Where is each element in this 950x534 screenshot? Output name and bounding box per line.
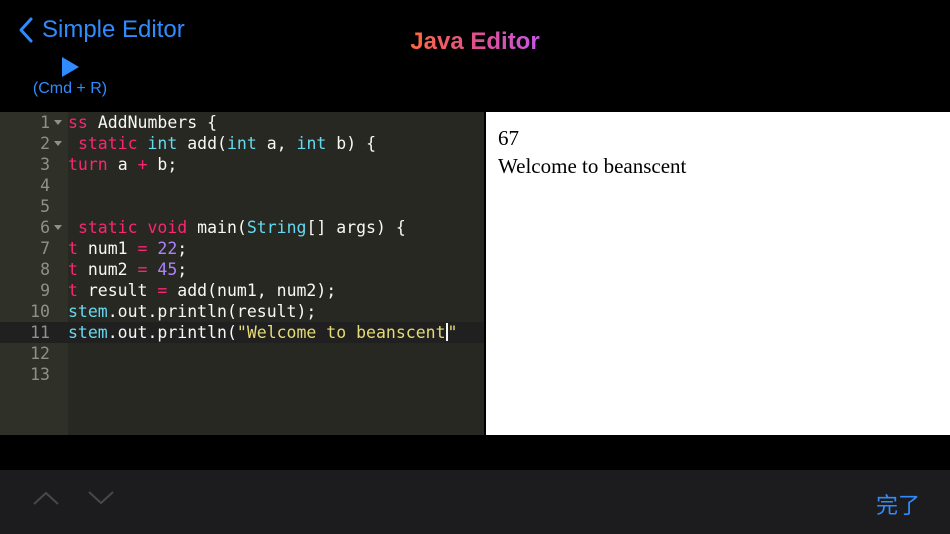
code-token: b) {: [336, 134, 377, 153]
code-token: t: [68, 239, 78, 258]
code-token: =: [137, 260, 148, 279]
line-number: 9: [40, 281, 50, 300]
code-token: stem: [68, 302, 108, 321]
code-token: t: [68, 260, 78, 279]
code-editor[interactable]: 1 ss AddNumbers { 2 static int add(int a…: [0, 112, 484, 435]
code-token: ss: [68, 113, 98, 132]
code-token: 22: [157, 239, 178, 258]
code-token: turn: [68, 155, 108, 174]
code-line-8[interactable]: 8 t num2 = 45;: [0, 259, 484, 280]
code-line-5[interactable]: 5: [0, 196, 484, 217]
output-line: 67: [498, 126, 519, 150]
code-line-9[interactable]: 9 t result = add(num1, num2);: [0, 280, 484, 301]
code-line-2[interactable]: 2 static int add(int a, int b) {: [0, 133, 484, 154]
code-line-6[interactable]: 6 static void main(String[] args) {: [0, 217, 484, 238]
output-line: Welcome to beanscent: [498, 154, 687, 178]
line-number: 7: [40, 239, 50, 258]
play-icon: [62, 57, 79, 77]
code-token: t: [68, 281, 78, 300]
code-token: num1: [77, 239, 138, 258]
code-token: [] args) {: [306, 218, 406, 237]
done-button[interactable]: 完了: [876, 488, 920, 520]
line-number: 12: [30, 344, 50, 363]
code-line-12[interactable]: 12: [0, 343, 484, 364]
code-token: "Welcome to beanscent: [236, 323, 446, 342]
code-token: .out.println(result);: [107, 302, 317, 321]
code-line-10[interactable]: 10 stem.out.println(result);: [0, 301, 484, 322]
line-number: 1: [40, 113, 50, 132]
code-token: add(num1, num2);: [167, 281, 337, 300]
top-navigation-bar: Simple Editor Java Editor (Cmd + R): [0, 0, 950, 112]
code-token: result: [77, 281, 158, 300]
code-line-3[interactable]: 3 turn a + b;: [0, 154, 484, 175]
fold-arrow-icon[interactable]: [54, 141, 62, 146]
code-token: +: [137, 155, 148, 174]
code-token: main(: [197, 218, 247, 237]
line-number: 10: [30, 302, 50, 321]
code-token: ;: [177, 239, 188, 258]
code-token: b;: [147, 155, 178, 174]
code-line-13[interactable]: 13: [0, 364, 484, 385]
code-token: AddNumbers {: [97, 113, 218, 132]
fold-arrow-icon[interactable]: [54, 120, 62, 125]
keyboard-accessory-toolbar: 完了: [0, 470, 950, 534]
page-title: Java Editor: [410, 28, 540, 55]
line-number: 13: [30, 365, 50, 384]
line-number: 4: [40, 176, 50, 195]
code-token: void: [147, 218, 188, 237]
code-token: a,: [266, 134, 297, 153]
code-token: String: [246, 218, 307, 237]
code-token: a: [117, 155, 138, 174]
code-token: ": [447, 323, 458, 342]
line-number: 2: [40, 134, 50, 153]
code-line-4[interactable]: 4: [0, 175, 484, 196]
line-number: 8: [40, 260, 50, 279]
run-button[interactable]: (Cmd + R): [24, 56, 116, 98]
code-token: static: [77, 134, 138, 153]
code-line-7[interactable]: 7 t num1 = 22;: [0, 238, 484, 259]
code-token: static: [77, 218, 138, 237]
code-line-1[interactable]: 1 ss AddNumbers {: [0, 112, 484, 133]
chevron-down-icon[interactable]: [87, 490, 115, 506]
code-token: int: [226, 134, 257, 153]
code-token: num2: [77, 260, 138, 279]
code-token: ;: [177, 260, 188, 279]
divider: [0, 435, 950, 470]
code-line-11[interactable]: 11 stem.out.println("Welcome to beanscen…: [0, 322, 484, 343]
code-token: 45: [157, 260, 178, 279]
code-token: int: [296, 134, 327, 153]
line-number: 11: [30, 323, 50, 342]
code-token: =: [137, 239, 148, 258]
chevron-up-icon[interactable]: [32, 490, 60, 506]
code-token: add(: [187, 134, 227, 153]
line-number: 6: [40, 218, 50, 237]
code-token: .out.println(: [107, 323, 237, 342]
line-number: 5: [40, 197, 50, 216]
run-shortcut-label: (Cmd + R): [32, 80, 108, 97]
code-token: stem: [68, 323, 108, 342]
code-token: int: [147, 134, 178, 153]
code-token: =: [157, 281, 168, 300]
line-number: 3: [40, 155, 50, 174]
output-panel: 67 Welcome to beanscent: [486, 112, 950, 435]
fold-arrow-icon[interactable]: [54, 225, 62, 230]
